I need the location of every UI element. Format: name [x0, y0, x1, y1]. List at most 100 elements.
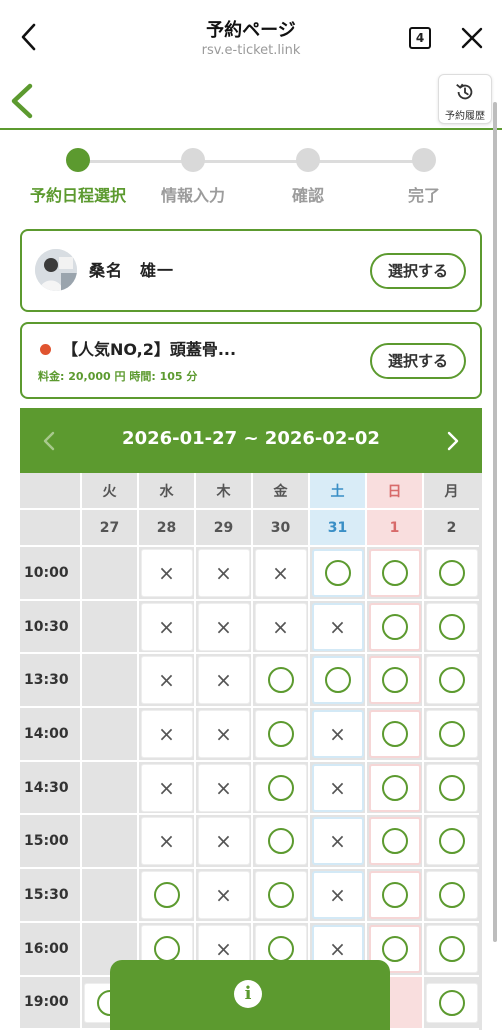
available-slot[interactable]	[426, 656, 478, 704]
available-circle-icon	[439, 936, 465, 962]
unavailable-slot: ×	[141, 764, 193, 812]
time-label: 10:30	[20, 601, 80, 655]
available-slot[interactable]	[426, 603, 478, 651]
slot-cell	[251, 654, 308, 708]
slot-cell	[80, 869, 137, 923]
available-circle-icon	[154, 882, 180, 908]
date-label: 28	[137, 510, 194, 547]
unavailable-x-icon: ×	[215, 561, 232, 585]
available-slot[interactable]	[426, 764, 478, 812]
info-button[interactable]: i	[110, 960, 390, 1030]
available-slot[interactable]	[426, 871, 478, 919]
unavailable-slot: ×	[198, 603, 250, 651]
step-label: 確認	[248, 182, 368, 206]
available-circle-icon	[268, 828, 294, 854]
available-circle-icon	[382, 775, 408, 801]
unavailable-slot: ×	[198, 764, 250, 812]
slot-cell	[422, 815, 479, 869]
available-circle-icon	[382, 560, 408, 586]
available-slot[interactable]	[255, 871, 307, 919]
slot-cell: ×	[137, 547, 194, 601]
unavailable-x-icon: ×	[158, 615, 175, 639]
unavailable-x-icon: ×	[272, 561, 289, 585]
step-dot	[66, 148, 90, 172]
available-slot[interactable]	[369, 603, 421, 651]
slot-cell: ×	[251, 547, 308, 601]
date-label: 31	[308, 510, 365, 547]
time-label: 13:30	[20, 654, 80, 708]
time-row: 14:00×××	[20, 708, 482, 762]
date-label: 1	[365, 510, 422, 547]
browser-header: 予約ページ rsv.e-ticket.link 4	[0, 0, 502, 72]
step-complete: 完了	[364, 148, 484, 206]
available-slot[interactable]	[369, 549, 421, 597]
menu-name: 【人気NO,2】頭蓋骨...	[62, 336, 236, 360]
available-slot[interactable]	[426, 710, 478, 758]
unavailable-x-icon: ×	[215, 883, 232, 907]
calendar-header: 2026-01-27 ~ 2026-02-02	[20, 408, 482, 473]
available-circle-icon	[382, 614, 408, 640]
available-slot[interactable]	[369, 710, 421, 758]
slot-cell	[365, 869, 422, 923]
step-confirm: 確認	[248, 148, 368, 206]
back-arrow-icon[interactable]	[8, 82, 36, 120]
available-slot[interactable]	[426, 549, 478, 597]
staff-card: 桑名 雄一 選択する	[20, 229, 482, 312]
available-slot[interactable]	[312, 549, 364, 597]
available-slot[interactable]	[255, 656, 307, 704]
slot-cell: ×	[137, 601, 194, 655]
weekday-label: 土	[308, 473, 365, 510]
slot-cell: ×	[194, 762, 251, 816]
slot-cell	[308, 547, 365, 601]
available-slot[interactable]	[255, 817, 307, 865]
unavailable-x-icon: ×	[158, 776, 175, 800]
unavailable-slot: ×	[141, 549, 193, 597]
slot-cell	[251, 815, 308, 869]
slot-cell: ×	[194, 815, 251, 869]
slot-cell	[80, 708, 137, 762]
unavailable-x-icon: ×	[215, 722, 232, 746]
slot-cell	[365, 654, 422, 708]
unavailable-x-icon: ×	[215, 776, 232, 800]
select-staff-button[interactable]: 選択する	[370, 253, 466, 289]
slot-cell: ×	[194, 547, 251, 601]
weekday-label: 月	[422, 473, 479, 510]
next-week-icon[interactable]	[446, 430, 460, 452]
time-row: 10:00 × × ×	[20, 547, 482, 601]
scrollbar[interactable]	[493, 102, 497, 942]
available-circle-icon	[439, 614, 465, 640]
available-slot[interactable]	[255, 710, 307, 758]
progress-steps: 予約日程選択 情報入力 確認 完了	[20, 148, 470, 208]
available-slot[interactable]	[426, 817, 478, 865]
date-label: 30	[251, 510, 308, 547]
unavailable-x-icon: ×	[158, 668, 175, 692]
slot-cell	[422, 762, 479, 816]
unavailable-slot: ×	[141, 656, 193, 704]
tab-count-icon[interactable]: 4	[409, 27, 431, 49]
unavailable-slot: ×	[141, 710, 193, 758]
available-slot[interactable]	[369, 871, 421, 919]
reservation-history-button[interactable]: 予約履歴	[438, 74, 492, 124]
available-slot[interactable]	[426, 983, 478, 1023]
menu-meta: 料金: 20,000 円 時間: 105 分	[38, 368, 197, 384]
close-icon[interactable]	[458, 24, 486, 52]
weekday-label: 日	[365, 473, 422, 510]
available-slot[interactable]	[312, 656, 364, 704]
weekday-label: 金	[251, 473, 308, 510]
date-label: 27	[80, 510, 137, 547]
slot-cell: ×	[194, 654, 251, 708]
available-slot[interactable]	[426, 925, 478, 973]
available-slot[interactable]	[141, 871, 193, 919]
available-slot[interactable]	[369, 764, 421, 812]
info-icon: i	[234, 980, 262, 1008]
unavailable-slot: ×	[312, 871, 364, 919]
time-label: 10:00	[20, 547, 80, 601]
available-circle-icon	[439, 990, 465, 1016]
corner-cell	[20, 473, 80, 510]
available-slot[interactable]	[369, 656, 421, 704]
time-label: 14:30	[20, 762, 80, 816]
available-slot[interactable]	[255, 764, 307, 812]
corner-cell	[20, 510, 80, 547]
available-slot[interactable]	[369, 817, 421, 865]
select-menu-button[interactable]: 選択する	[370, 343, 466, 379]
